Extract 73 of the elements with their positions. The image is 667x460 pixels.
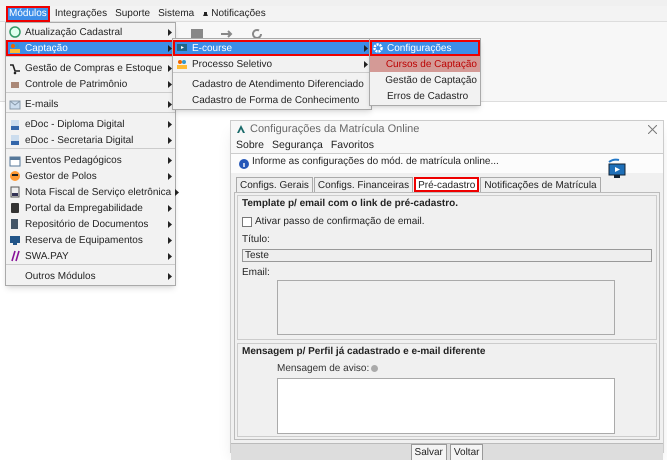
menu-item[interactable]: Gestão de Captação bbox=[370, 72, 480, 88]
menu-item[interactable]: SWA.PAY bbox=[6, 248, 175, 264]
menu-item[interactable]: Cadastro de Forma de Conhecimento bbox=[173, 92, 371, 108]
menu-bar-item[interactable]: Sistema bbox=[155, 6, 198, 22]
submenu-arrow-icon bbox=[168, 273, 172, 280]
close-icon bbox=[648, 124, 657, 134]
submenu-arrow-icon bbox=[168, 44, 172, 52]
submenu-arrow-icon bbox=[168, 28, 172, 36]
menu-item[interactable]: Controle de Patrimônio bbox=[6, 76, 175, 92]
menu-item[interactable]: Atualização Cadastral bbox=[6, 24, 175, 40]
arrow-icon[interactable] bbox=[220, 28, 234, 40]
submenu-arrow-icon bbox=[168, 121, 172, 128]
calendar-icon bbox=[9, 154, 21, 166]
submenu-arrow-icon bbox=[168, 65, 172, 72]
field-label: Mensagem de aviso: bbox=[277, 362, 370, 376]
menu-item[interactable]: Processo Seletivo bbox=[173, 56, 371, 72]
submenu-arrow-icon bbox=[168, 220, 172, 228]
tab[interactable]: Configs. Gerais bbox=[236, 177, 313, 192]
menu-item[interactable]: Segurança bbox=[272, 138, 323, 154]
submenu-arrow-icon bbox=[168, 204, 172, 212]
title-field[interactable]: Teste bbox=[242, 249, 652, 262]
people-icon bbox=[9, 42, 21, 54]
menu-item[interactable]: Reserva de Equipamentos bbox=[6, 232, 175, 248]
submenu-arrow-icon bbox=[175, 188, 180, 196]
submenu-arrow-icon bbox=[364, 60, 368, 68]
submenu-arrow-icon bbox=[168, 236, 172, 244]
field-label: Título: bbox=[242, 233, 271, 248]
document-icon bbox=[9, 134, 21, 146]
gear-icon bbox=[373, 43, 383, 53]
info-text: Informe as configurações do mód. de matrícula online... bbox=[252, 155, 499, 170]
submenu-arrow-icon bbox=[168, 157, 172, 164]
group-title: Mensagem p/ Perfil já cadastrado e e-mail diferente bbox=[242, 345, 486, 360]
menu-bar-item[interactable]: Suporte bbox=[112, 6, 154, 22]
menu-item[interactable]: eDoc - Secretaria Digital bbox=[6, 132, 175, 148]
tab[interactable]: Pré-cadastro bbox=[414, 177, 480, 192]
group-title: Template p/ email com o link de pré-cadastro. bbox=[242, 197, 459, 212]
message-field[interactable] bbox=[277, 378, 615, 434]
menu-item[interactable]: Favoritos bbox=[330, 138, 374, 154]
menu-item[interactable]: Erros de Cadastro bbox=[370, 88, 480, 104]
monitor-icon bbox=[176, 42, 188, 54]
info-icon bbox=[371, 365, 378, 372]
tab[interactable]: Notificações de Matrícula bbox=[480, 177, 601, 192]
submenu-arrow-icon bbox=[168, 252, 172, 260]
field-label: Email: bbox=[242, 266, 271, 280]
envelope-icon bbox=[9, 98, 21, 110]
menu-item[interactable]: Portal da Empregabilidade bbox=[6, 200, 175, 216]
tab[interactable]: Configs. Financeiras bbox=[314, 177, 414, 192]
menu-item[interactable]: Outros Módulos bbox=[6, 264, 175, 284]
monitor-icon bbox=[9, 234, 21, 246]
menu-item[interactable]: Eventos Pedagógicos bbox=[6, 148, 175, 168]
document-icon bbox=[9, 118, 21, 130]
email-field[interactable] bbox=[277, 280, 615, 336]
submenu-arrow-icon bbox=[168, 80, 172, 88]
checkbox[interactable]: Ativar passo de confirmação de email. bbox=[242, 214, 652, 230]
window-title: Configurações da Matrícula Online bbox=[250, 122, 420, 137]
menu-item[interactable]: Gestor de Polos bbox=[6, 168, 175, 184]
toolbar-icon[interactable] bbox=[190, 28, 204, 40]
people-icon bbox=[176, 58, 188, 70]
slashes-icon bbox=[9, 250, 21, 262]
submenu-arrow-icon bbox=[168, 101, 172, 108]
app-logo-icon bbox=[237, 125, 245, 134]
menu-bar-item[interactable]: Notificações bbox=[199, 6, 269, 22]
button[interactable]: Salvar bbox=[410, 444, 447, 460]
submenu-arrow-icon bbox=[168, 172, 172, 180]
info-icon bbox=[239, 159, 249, 170]
submenu-arrow-icon bbox=[364, 44, 368, 52]
menu-bar-item[interactable]: Integrações bbox=[52, 6, 110, 22]
menu-item[interactable]: Sobre bbox=[236, 138, 264, 154]
menu-item[interactable]: eDoc - Diploma Digital bbox=[6, 112, 175, 132]
submenu-arrow-icon bbox=[168, 136, 172, 144]
menu-item[interactable]: Repositório de Documentos bbox=[6, 216, 175, 232]
menu-item[interactable]: Nota Fiscal de Serviço eletrônica bbox=[6, 184, 175, 200]
button[interactable]: Voltar bbox=[450, 444, 484, 460]
